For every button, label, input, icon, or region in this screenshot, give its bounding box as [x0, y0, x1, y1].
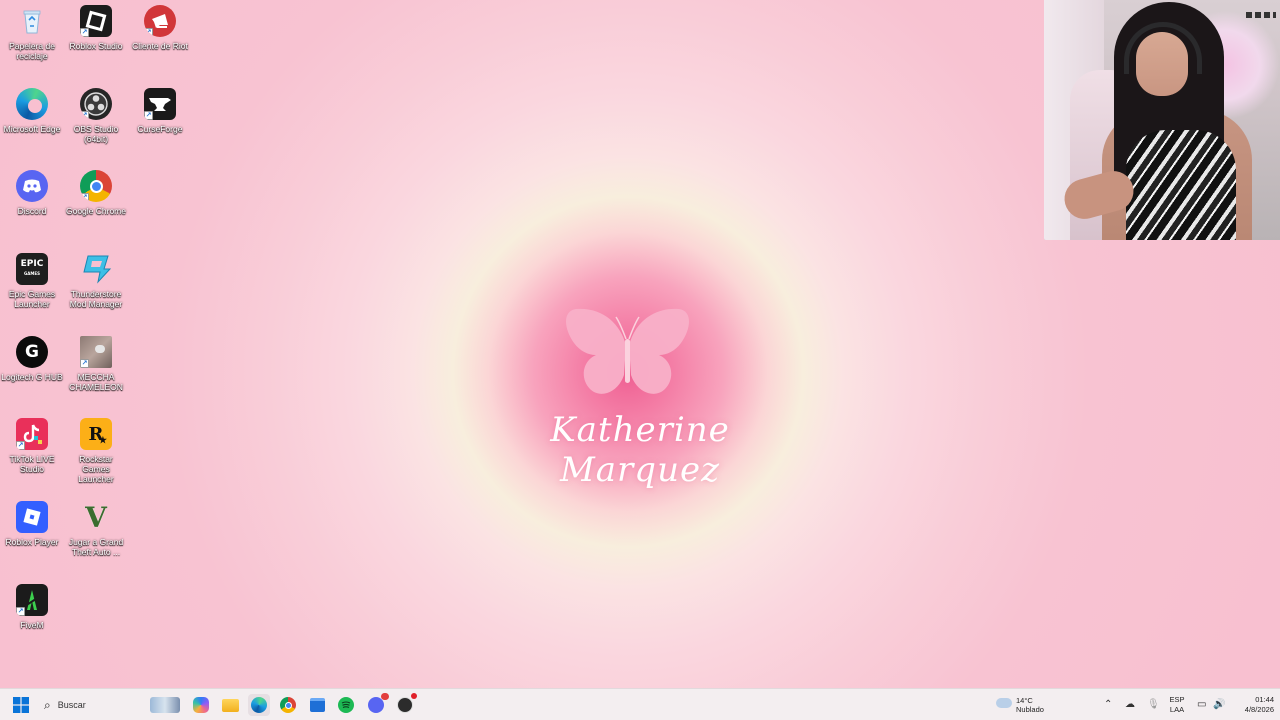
windows-icon [13, 697, 29, 713]
taskbar: ⌕ Buscar 14°C Nublado ⌃ ☁ 🎙 ESP LAA ▭ 🔊 … [0, 688, 1280, 720]
desktop-icon-label: Google Chrome [65, 206, 126, 216]
clock[interactable]: 01:44 4/8/2026 [1230, 694, 1274, 716]
weather-temp: 14°C [1016, 696, 1033, 705]
file-explorer-icon [221, 698, 239, 712]
desktop-icon-label: CurseForge [137, 124, 183, 134]
weather-condition: Nublado [1016, 705, 1044, 714]
desktop-icon-roblox-player[interactable]: Roblox Player [1, 501, 63, 547]
webcam-overlay [1044, 0, 1280, 240]
desktop-icon-label: Roblox Player [5, 537, 59, 547]
roblox-player-icon [16, 501, 48, 533]
desktop-icon-label: Discord [17, 206, 47, 216]
display-icon[interactable]: ▭ [1197, 699, 1206, 710]
cloud-icon [996, 698, 1012, 708]
riot-client-icon: ↗ [144, 5, 176, 37]
desktop-icon-meccha-chameleon[interactable]: ↗ MECCHA CHAMELEON [65, 336, 127, 392]
roblox-studio-icon: ↗ [80, 5, 112, 37]
taskbar-file-explorer[interactable] [219, 694, 241, 716]
rockstar-icon: R ★ [80, 418, 112, 450]
desktop-icon-discord[interactable]: Discord [1, 170, 63, 216]
desktop-icon-chrome[interactable]: ↗ Google Chrome [65, 170, 127, 216]
chrome-icon: ↗ [80, 170, 112, 202]
desktop-icon-label: Roblox Studio [69, 41, 123, 51]
edge-icon [16, 88, 48, 120]
desktop-icon-label: TikTok LIVE Studio [9, 454, 55, 474]
desktop-icon-logitech-ghub[interactable]: G Logitech G HUB [1, 336, 63, 382]
obs-icon: ↗ [80, 88, 112, 120]
volume-icon[interactable]: 🔊 [1213, 699, 1225, 710]
thunderstore-icon [80, 253, 112, 285]
desktop-icon-label: Jugar a Grand Theft Auto ... [68, 537, 124, 557]
microphone-icon[interactable]: 🎙 [1147, 699, 1160, 710]
desktop-icon-label: Thunderstore Mod Manager [69, 289, 123, 309]
taskbar-discord[interactable] [365, 693, 389, 716]
meccha-chameleon-icon: ↗ [80, 336, 112, 368]
spotify-icon [338, 697, 354, 713]
desktop-icon-gta[interactable]: V Jugar a Grand Theft Auto ... [65, 501, 127, 557]
desktop-icon-label: Epic Games Launcher [8, 289, 56, 309]
clock-time: 01:44 [1255, 695, 1274, 704]
logitech-ghub-icon: G [16, 336, 48, 368]
discord-icon [368, 693, 389, 713]
taskbar-obs[interactable] [394, 693, 417, 716]
language-line1: ESP [1169, 695, 1185, 704]
language-line2: LAA [1169, 705, 1185, 714]
onedrive-offline-icon[interactable]: ☁ [1125, 699, 1135, 710]
obs-icon [397, 693, 417, 713]
desktop-icon-fivem[interactable]: ↗ FiveM [1, 584, 63, 630]
desktop-icon-rockstar[interactable]: R ★ Rockstar Games Launcher [65, 418, 127, 484]
taskbar-edge[interactable] [248, 694, 270, 716]
taskbar-spotify[interactable] [335, 694, 357, 716]
desktop-icon-label: OBS Studio (64bit) [73, 124, 119, 144]
desktop-icon-curseforge[interactable]: ↗ CurseForge [129, 88, 191, 134]
desktop-icon-edge[interactable]: Microsoft Edge [1, 88, 63, 134]
chrome-icon [280, 697, 296, 713]
desktop-icon-label: Microsoft Edge [3, 124, 61, 134]
desktop-icon-epic-games[interactable]: EPIC GAMES Epic Games Launcher [1, 253, 63, 309]
desktop-icon-obs[interactable]: ↗ OBS Studio (64bit) [65, 88, 127, 144]
taskbar-search[interactable]: ⌕ Buscar [38, 693, 186, 717]
gta-icon: V [85, 501, 107, 533]
search-icon: ⌕ [44, 697, 51, 712]
store-icon [309, 698, 325, 712]
wallpaper-name: Katherine Marquez [550, 410, 730, 490]
taskbar-store[interactable] [306, 694, 328, 716]
copilot-icon [193, 697, 209, 713]
notification-badge [381, 693, 389, 700]
clock-date: 4/8/2026 [1244, 705, 1274, 714]
recording-indicator [411, 693, 417, 699]
curseforge-icon: ↗ [144, 88, 176, 120]
discord-icon [16, 170, 48, 202]
search-highlight-image [150, 697, 180, 713]
taskbar-chrome[interactable] [277, 694, 299, 716]
butterfly-icon [560, 305, 695, 400]
epic-games-icon: EPIC GAMES [16, 253, 48, 285]
edge-icon [251, 697, 267, 713]
start-button[interactable] [10, 694, 32, 716]
desktop-icon-tiktok-live[interactable]: ↗ TikTok LIVE Studio [1, 418, 63, 474]
search-placeholder: Buscar [57, 700, 86, 710]
recycle-bin-icon [16, 5, 48, 37]
desktop-icon-label: Rockstar Games Launcher [78, 454, 114, 484]
language-indicator[interactable]: ESP LAA [1166, 695, 1188, 715]
desktop-icon-thunderstore[interactable]: Thunderstore Mod Manager [65, 253, 127, 309]
fivem-icon: ↗ [16, 584, 48, 616]
desktop-icon-label: MECCHA CHAMELEON [69, 372, 123, 392]
desktop-icon-label: FiveM [20, 620, 44, 630]
desktop-icon-label: Papelera de reciclaje [9, 41, 55, 61]
desktop-icon-recycle-bin[interactable]: Papelera de reciclaje [1, 5, 63, 61]
weather-widget[interactable]: 14°C Nublado [994, 694, 1054, 716]
desktop-icon-label: Logitech G HUB [1, 372, 63, 382]
desktop-icon-label: Cliente de Riot [132, 41, 188, 51]
desktop-icon-roblox-studio[interactable]: ↗ Roblox Studio [65, 5, 127, 51]
chevron-up-icon[interactable]: ⌃ [1104, 699, 1112, 710]
taskbar-copilot[interactable] [190, 694, 212, 716]
tiktok-live-icon: ↗ [16, 418, 48, 450]
desktop-icon-riot-client[interactable]: ↗ Cliente de Riot [129, 5, 191, 51]
